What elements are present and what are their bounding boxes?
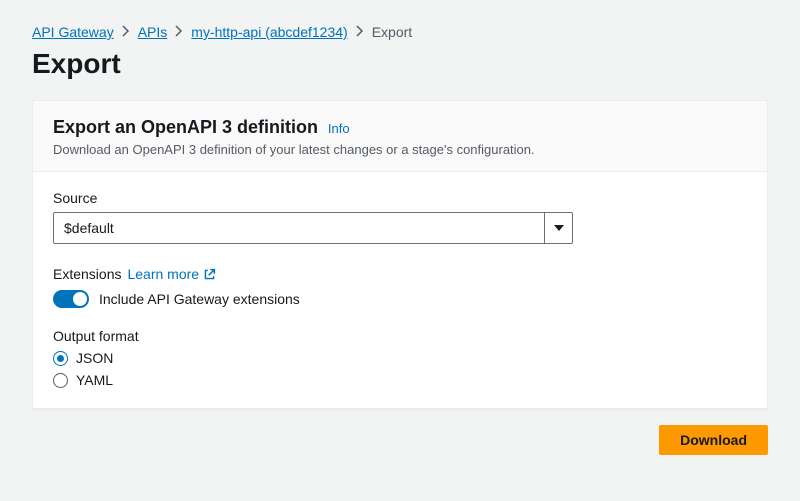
breadcrumb-api-gateway[interactable]: API Gateway: [32, 24, 114, 40]
extensions-label: Extensions: [53, 266, 121, 282]
chevron-right-icon: [356, 24, 364, 40]
panel-body: Source $default Extensions Learn more: [33, 172, 767, 408]
footer: Download: [32, 425, 768, 455]
toggle-knob: [73, 292, 87, 306]
radio-icon: [53, 373, 68, 388]
extensions-toggle[interactable]: [53, 290, 89, 308]
source-select[interactable]: $default: [53, 212, 573, 244]
radio-label: YAML: [76, 372, 113, 388]
output-option-yaml[interactable]: YAML: [53, 372, 747, 388]
source-label: Source: [53, 190, 747, 206]
breadcrumb-api-name[interactable]: my-http-api (abcdef1234): [191, 24, 347, 40]
external-link-icon: [203, 268, 216, 281]
breadcrumb: API Gateway APIs my-http-api (abcdef1234…: [32, 24, 768, 40]
info-link[interactable]: Info: [328, 121, 350, 136]
breadcrumb-current: Export: [372, 24, 412, 40]
learn-more-link[interactable]: Learn more: [127, 266, 216, 282]
output-option-json[interactable]: JSON: [53, 350, 747, 366]
chevron-right-icon: [122, 24, 130, 40]
panel-header: Export an OpenAPI 3 definition Info Down…: [33, 101, 767, 172]
radio-icon: [53, 351, 68, 366]
output-format-label: Output format: [53, 328, 747, 344]
learn-more-label: Learn more: [127, 266, 199, 282]
chevron-right-icon: [175, 24, 183, 40]
extensions-row: Extensions Learn more: [53, 266, 747, 282]
export-panel: Export an OpenAPI 3 definition Info Down…: [32, 100, 768, 409]
extensions-toggle-row: Include API Gateway extensions: [53, 290, 747, 308]
download-button[interactable]: Download: [659, 425, 768, 455]
output-format-group: Output format JSON YAML: [53, 328, 747, 388]
panel-description: Download an OpenAPI 3 definition of your…: [53, 142, 747, 157]
breadcrumb-apis[interactable]: APIs: [138, 24, 168, 40]
extensions-toggle-label: Include API Gateway extensions: [99, 291, 300, 307]
page-title: Export: [32, 48, 768, 80]
radio-label: JSON: [76, 350, 113, 366]
caret-down-icon: [544, 213, 572, 243]
source-value: $default: [64, 220, 114, 236]
panel-title: Export an OpenAPI 3 definition: [53, 117, 318, 137]
